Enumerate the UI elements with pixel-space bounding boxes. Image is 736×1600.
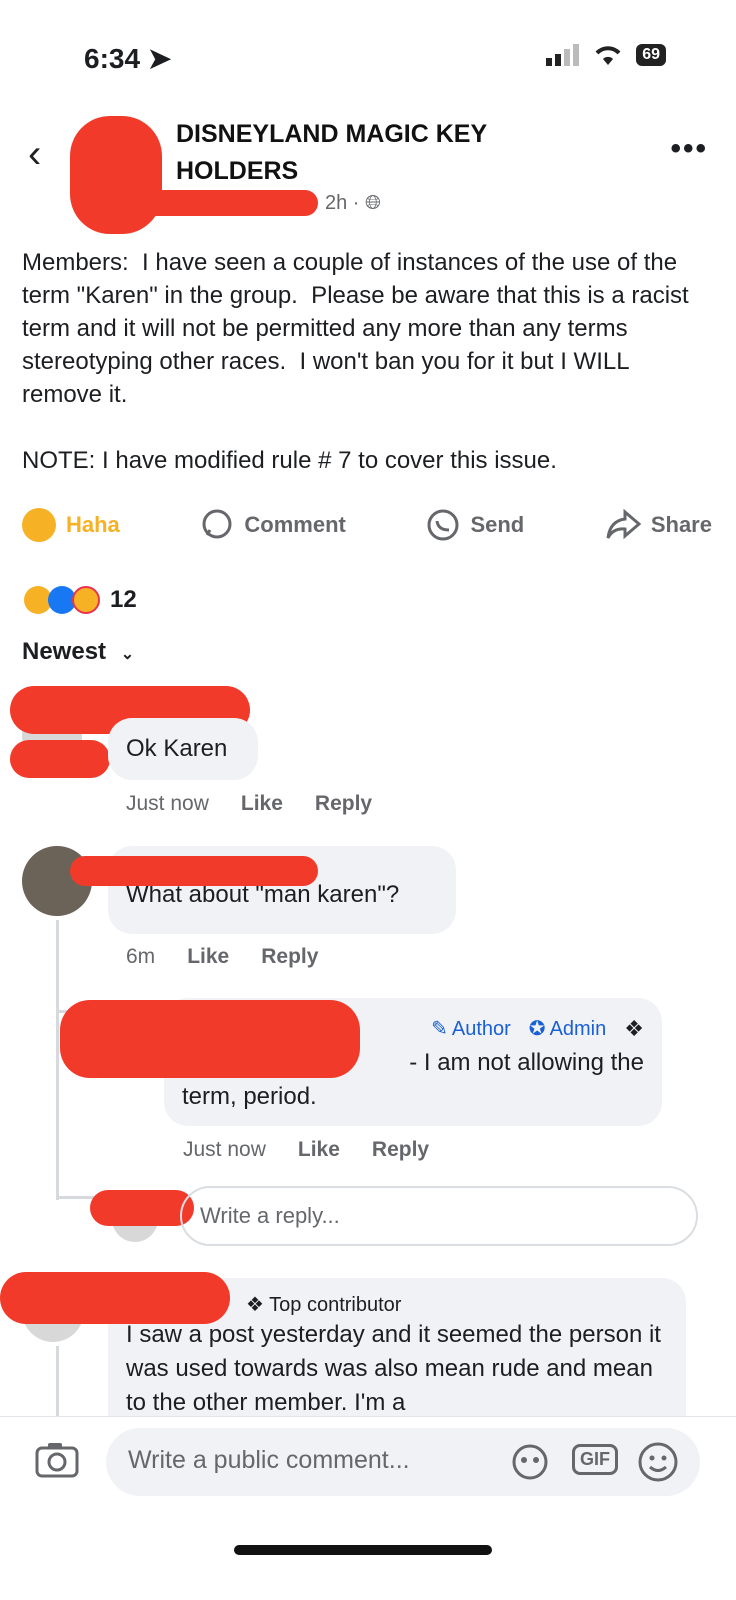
admin-badge: ✪ Admin: [529, 1012, 606, 1046]
wifi-icon: [595, 46, 621, 65]
camera-icon[interactable]: [34, 1440, 80, 1485]
shield-star-icon: ✪: [528, 1018, 546, 1040]
comment-icon: [202, 509, 232, 539]
redacted-commenter: [0, 1272, 230, 1324]
reaction-count: 12: [110, 586, 137, 613]
redacted-avatar: [90, 1190, 194, 1226]
gif-button[interactable]: GIF: [572, 1444, 618, 1475]
haha-reaction-button[interactable]: Haha: [22, 508, 120, 542]
redacted-avatar: [10, 740, 110, 778]
comment-time: 6m: [126, 945, 156, 968]
redacted-admin-name: [60, 1000, 360, 1078]
post-paragraph: Members: I have seen a couple of instanc…: [22, 249, 696, 408]
haha-emoji-icon: [22, 508, 56, 542]
avatar-sticker-icon[interactable]: [510, 1442, 550, 1487]
comment-time: Just now: [126, 792, 209, 815]
thread-line: [56, 1346, 59, 1416]
share-button[interactable]: Share: [605, 509, 712, 541]
comment-text: Ok Karen: [126, 735, 228, 762]
comment-button[interactable]: Comment: [200, 508, 346, 542]
share-icon: [606, 509, 641, 540]
like-link[interactable]: Like: [241, 792, 283, 816]
group-title[interactable]: DISNEYLAND MAGIC KEY HOLDERS: [176, 116, 536, 190]
redacted-commenter: [70, 856, 318, 886]
thread-connector: [56, 1196, 96, 1199]
reply-text-line2: term, period.: [182, 1083, 317, 1110]
like-link[interactable]: Like: [298, 1138, 340, 1162]
post-actions: Haha Comment Send Share: [22, 508, 712, 542]
pencil-icon: ✎: [431, 1018, 448, 1040]
reply-link[interactable]: Reply: [261, 945, 318, 969]
care-emoji-icon: [72, 586, 100, 614]
messenger-icon: [427, 509, 459, 541]
reply-meta: Just now Like Reply: [183, 1138, 429, 1162]
home-indicator[interactable]: [234, 1545, 492, 1555]
author-badge: ✎ Author: [431, 1012, 511, 1046]
like-link[interactable]: Like: [187, 945, 229, 969]
reply-time: Just now: [183, 1138, 266, 1161]
status-icons: 69: [546, 44, 666, 66]
send-button[interactable]: Send: [426, 508, 524, 542]
reply-link[interactable]: Reply: [315, 792, 372, 816]
post-body: Members: I have seen a couple of instanc…: [22, 246, 712, 477]
comment-bubble: Ok Karen: [108, 718, 258, 780]
contributor-icon: ❖: [624, 1016, 644, 1041]
comment-sort-dropdown[interactable]: Newest ⌄: [22, 638, 134, 666]
more-options-icon[interactable]: •••: [670, 132, 708, 166]
post-time: 2h · 🌐︎: [325, 192, 382, 214]
battery-indicator: 69: [636, 44, 666, 66]
comment-meta: Just now Like Reply: [126, 792, 372, 816]
emoji-icon[interactable]: [636, 1440, 680, 1489]
thread-line: [56, 920, 59, 1200]
redacted-group-avatar: [70, 116, 162, 234]
chevron-down-icon: ⌄: [120, 646, 135, 663]
contributor-icon: ❖: [246, 1294, 264, 1316]
location-arrow-icon: ➤: [147, 43, 172, 74]
back-icon[interactable]: ‹: [28, 134, 41, 174]
comment-text: I saw a post yesterday and it seemed the…: [126, 1321, 661, 1416]
comment-meta: 6m Like Reply: [126, 945, 318, 969]
globe-icon: 🌐︎: [365, 192, 382, 214]
reaction-summary[interactable]: 12: [24, 586, 137, 614]
post-note: NOTE: I have modified rule # 7 to cover …: [22, 447, 557, 474]
reply-input[interactable]: Write a reply...: [180, 1186, 698, 1246]
reply-link[interactable]: Reply: [372, 1138, 429, 1162]
redacted-poster-name: [100, 190, 318, 216]
status-time: 6:34 ➤: [84, 43, 172, 74]
cellular-signal-icon: [546, 44, 580, 66]
